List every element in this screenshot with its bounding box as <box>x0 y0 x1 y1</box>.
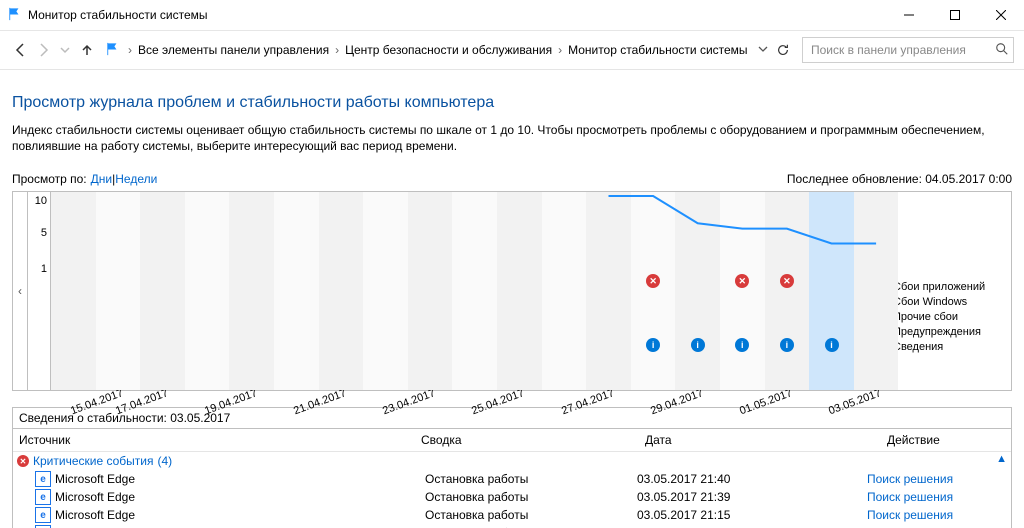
breadcrumb-root[interactable]: Все элементы панели управления <box>138 43 329 57</box>
edge-icon: e <box>35 471 51 487</box>
col-summary: Сводка <box>415 429 639 451</box>
nav-recent-dropdown[interactable] <box>54 39 76 61</box>
window-title: Монитор стабильности системы <box>28 8 208 22</box>
chart-y-axis: 10 5 1 <box>28 192 51 390</box>
table-row[interactable]: eMicrosoft EdgeОстановка работы03.05.201… <box>13 488 1011 506</box>
col-source: Источник <box>13 429 415 451</box>
window-close-button[interactable] <box>978 0 1024 30</box>
breadcrumb-flag-icon <box>106 42 120 59</box>
details-header: Сведения о стабильности: 03.05.2017 <box>12 407 1012 429</box>
chart-plot-area[interactable]: 15.04.201717.04.201719.04.201721.04.2017… <box>51 192 874 390</box>
table-row[interactable]: eMicrosoft EdgeОстановка работы03.05.201… <box>13 524 1011 528</box>
page-title: Просмотр журнала проблем и стабильности … <box>12 94 1012 112</box>
last-updated-label: Последнее обновление: <box>787 172 922 186</box>
view-by-weeks-link[interactable]: Недели <box>115 172 157 186</box>
details-table[interactable]: Источник Сводка Дата Действие ▲ ✕ Критич… <box>12 429 1012 528</box>
breadcrumb-expand-dropdown[interactable] <box>758 43 768 57</box>
window-minimize-button[interactable] <box>886 0 932 30</box>
breadcrumb-mid[interactable]: Центр безопасности и обслуживания <box>345 43 552 57</box>
col-date: Дата <box>639 429 881 451</box>
info-icon: i <box>691 338 705 352</box>
group-critical-events[interactable]: ✕ Критические события (4) <box>13 452 1011 470</box>
search-icon <box>995 42 1009 59</box>
table-row[interactable]: eMicrosoft EdgeОстановка работы03.05.201… <box>13 506 1011 524</box>
table-header-row: Источник Сводка Дата Действие <box>13 429 1011 452</box>
chevron-right-icon: › <box>128 43 132 57</box>
nav-up-button[interactable] <box>76 39 98 61</box>
reliability-chart: ‹ 10 5 1 15.04.201717.04.2 <box>12 191 1012 391</box>
info-icon: i <box>825 338 839 352</box>
breadcrumb[interactable]: › Все элементы панели управления › Центр… <box>98 42 768 59</box>
nav-forward-button[interactable] <box>32 39 54 61</box>
window-titlebar: Монитор стабильности системы <box>0 0 1024 31</box>
stability-line <box>51 192 898 270</box>
search-input[interactable] <box>809 42 995 58</box>
last-updated-value: 04.05.2017 0:00 <box>925 172 1012 186</box>
refresh-button[interactable] <box>772 39 794 61</box>
view-by-days-link[interactable]: Дни <box>91 172 112 186</box>
edge-icon: e <box>35 489 51 505</box>
chart-legend: Сбои приложений Сбои Windows Прочие сбои… <box>889 192 1011 390</box>
breadcrumb-leaf[interactable]: Монитор стабильности системы <box>568 43 748 57</box>
error-icon: ✕ <box>17 455 29 467</box>
chevron-right-icon: › <box>558 43 562 57</box>
page-description: Индекс стабильности системы оценивает об… <box>12 122 1012 154</box>
table-row[interactable]: eMicrosoft EdgeОстановка работы03.05.201… <box>13 470 1011 488</box>
find-solution-link[interactable]: Поиск решения <box>867 490 953 504</box>
search-box[interactable] <box>802 37 1014 63</box>
chart-scroll-left-button[interactable]: ‹ <box>13 192 28 390</box>
find-solution-link[interactable]: Поиск решения <box>867 472 953 486</box>
col-action: Действие <box>881 429 1011 451</box>
navigation-bar: › Все элементы панели управления › Центр… <box>0 31 1024 70</box>
chevron-right-icon: › <box>335 43 339 57</box>
edge-icon: e <box>35 507 51 523</box>
find-solution-link[interactable]: Поиск решения <box>867 508 953 522</box>
collapse-group-icon[interactable]: ▲ <box>996 453 1007 465</box>
app-flag-icon <box>8 7 22 24</box>
view-by-label: Просмотр по: <box>12 172 87 186</box>
nav-back-button[interactable] <box>10 39 32 61</box>
window-maximize-button[interactable] <box>932 0 978 30</box>
